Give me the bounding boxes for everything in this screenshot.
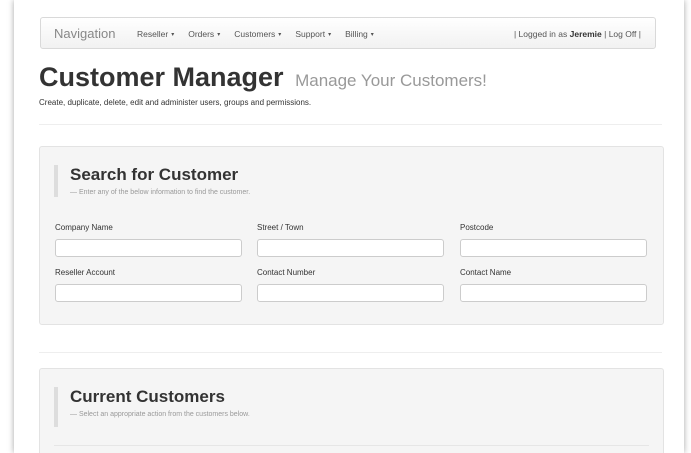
chevron-down-icon: ▾ [171, 32, 175, 38]
page-title: Customer Manager Manage Your Customers! [39, 62, 487, 93]
customers-panel: Current Customers — Select an appropriat… [39, 368, 664, 453]
contact-name-field[interactable] [460, 284, 647, 302]
company-name-field[interactable] [55, 239, 242, 257]
postcode-label: Postcode [460, 223, 494, 232]
customers-title: Current Customers [70, 387, 225, 406]
search-subtitle: — Enter any of the below information to … [70, 189, 251, 196]
nav-item-customers[interactable]: Customers ▾ [234, 29, 281, 39]
chevron-down-icon: ▾ [370, 32, 374, 38]
search-heading: Search for Customer — Enter any of the b… [54, 165, 250, 197]
logged-in-label: | Logged in as [513, 29, 568, 39]
search-title: Search for Customer [70, 165, 239, 184]
chevron-down-icon: ▾ [217, 32, 221, 38]
nav-menu: Reseller ▾ Orders ▾ Customers ▾ Support ▾ Bi… [137, 29, 388, 39]
customers-heading: Current Customers — Select an appropriat… [54, 387, 250, 427]
nav-item-label: Support [295, 29, 326, 39]
nav-item-label: Orders [188, 29, 215, 39]
nav-item-label: Customers [234, 29, 276, 39]
street-town-field[interactable] [257, 239, 444, 257]
top-navbar: Navigation Reseller ▾ Orders ▾ Customers ▾ … [40, 17, 656, 49]
nav-item-orders[interactable]: Orders ▾ [188, 29, 220, 39]
reseller-account-field[interactable] [55, 284, 242, 302]
nav-brand[interactable]: Navigation [54, 26, 115, 41]
logoff-link[interactable]: | Log Off | [604, 29, 641, 39]
user-name: Jeremie [569, 29, 602, 39]
customers-subtitle: — Select an appropriate action from the … [70, 411, 250, 418]
postcode-field[interactable] [460, 239, 647, 257]
contact-name-label: Contact Name [460, 268, 512, 277]
divider [39, 124, 662, 125]
reseller-account-label: Reseller Account [55, 268, 116, 277]
divider [39, 352, 662, 353]
nav-item-label: Reseller [137, 29, 169, 39]
nav-item-billing[interactable]: Billing ▾ [345, 29, 374, 39]
nav-item-support[interactable]: Support ▾ [295, 29, 331, 39]
page-title-text: Customer Manager [39, 62, 284, 92]
street-town-label: Street / Town [257, 223, 304, 232]
contact-number-field[interactable] [257, 284, 444, 302]
nav-item-label: Billing [345, 29, 368, 39]
contact-number-label: Contact Number [257, 268, 316, 277]
user-status: | Logged in as Jeremie | Log Off | [514, 29, 641, 39]
nav-item-reseller[interactable]: Reseller ▾ [137, 29, 174, 39]
search-panel: Search for Customer — Enter any of the b… [39, 146, 664, 325]
divider [54, 445, 649, 446]
chevron-down-icon: ▾ [328, 32, 332, 38]
company-name-label: Company Name [55, 223, 113, 232]
page-description: Create, duplicate, delete, edit and admi… [39, 98, 312, 107]
page-subtitle: Manage Your Customers! [295, 71, 487, 90]
browser-page: Navigation Reseller ▾ Orders ▾ Customers ▾ … [14, 0, 684, 453]
chevron-down-icon: ▾ [278, 32, 282, 38]
